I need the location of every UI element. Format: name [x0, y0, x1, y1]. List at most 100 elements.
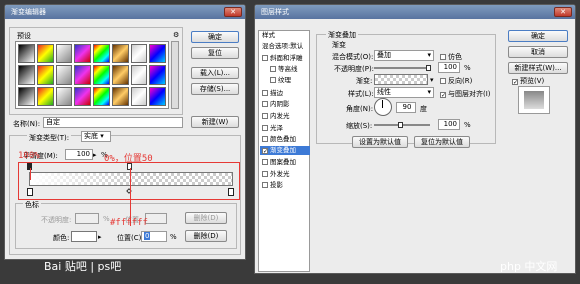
checkbox[interactable]: [262, 55, 268, 61]
color-delete-button[interactable]: 删除(D): [185, 230, 227, 242]
chevron-down-icon[interactable]: ▾: [430, 76, 434, 84]
gradient-editor-titlebar[interactable]: 渐变编辑器 ✕: [5, 5, 245, 19]
checkbox-checked[interactable]: ✓: [512, 79, 518, 86]
styles-header[interactable]: 样式: [260, 31, 310, 40]
blend-mode-select[interactable]: 叠加 ▾: [374, 50, 434, 61]
checkbox[interactable]: [262, 101, 268, 107]
preset-swatch[interactable]: [111, 65, 129, 85]
preset-swatch[interactable]: [74, 65, 91, 85]
reset-button[interactable]: 复位: [191, 47, 239, 59]
style-item-satin[interactable]: 光泽: [260, 124, 310, 133]
preset-swatch[interactable]: [149, 86, 166, 106]
checkbox[interactable]: [262, 182, 268, 188]
preset-swatch[interactable]: [130, 65, 148, 85]
stop-opacity-input[interactable]: [75, 213, 99, 224]
new-button[interactable]: 新建(W): [191, 116, 239, 128]
checkbox[interactable]: [262, 90, 268, 96]
checkbox[interactable]: [262, 171, 268, 177]
preset-swatch[interactable]: [93, 65, 110, 85]
preset-swatch[interactable]: [149, 44, 166, 64]
angle-input[interactable]: 90: [396, 102, 416, 113]
opacity-delete-button[interactable]: 删除(D): [185, 212, 227, 224]
checkbox[interactable]: [440, 54, 446, 60]
scale-slider-thumb[interactable]: [398, 122, 403, 128]
close-icon[interactable]: ✕: [224, 7, 242, 17]
preset-swatch[interactable]: [149, 65, 166, 85]
preset-swatch[interactable]: [74, 44, 91, 64]
checkbox[interactable]: [440, 78, 446, 84]
load-button[interactable]: 载入(L)...: [191, 67, 239, 79]
checkbox[interactable]: [262, 136, 268, 142]
preset-swatch[interactable]: [55, 65, 73, 85]
layer-cancel-button[interactable]: 取消: [508, 46, 568, 58]
style-item-label: 等高线: [278, 65, 298, 73]
preset-swatch[interactable]: [111, 44, 129, 64]
dither-checkbox[interactable]: 仿色: [440, 52, 462, 62]
preset-swatch[interactable]: [130, 86, 148, 106]
angle-dial[interactable]: [374, 98, 392, 116]
preset-swatch[interactable]: [18, 44, 35, 64]
save-button[interactable]: 存储(S)...: [191, 83, 239, 95]
checkbox[interactable]: [262, 113, 268, 119]
style-item-stroke[interactable]: 描边: [260, 89, 310, 98]
ok-button[interactable]: 确定: [191, 31, 239, 43]
style-item-inner-glow[interactable]: 内发光: [260, 112, 310, 121]
preset-swatch[interactable]: [36, 65, 54, 85]
opacity-input[interactable]: 100: [438, 62, 460, 73]
scale-input[interactable]: 100: [438, 119, 460, 130]
style-item-gradient-overlay[interactable]: ✓ 渐变叠加: [260, 146, 310, 155]
preset-swatch[interactable]: [93, 86, 110, 106]
style-item-outer-glow[interactable]: 外发光: [260, 170, 310, 179]
stop-color-swatch[interactable]: [71, 231, 97, 242]
style-select[interactable]: 线性 ▾: [374, 87, 434, 98]
preview-checkbox[interactable]: ✓ 预览(V): [512, 76, 544, 86]
preset-swatch[interactable]: [111, 86, 129, 106]
close-icon[interactable]: ✕: [554, 7, 572, 17]
new-style-button[interactable]: 新建样式(W)...: [508, 62, 568, 74]
preset-swatch[interactable]: [93, 44, 110, 64]
preset-swatch[interactable]: [18, 65, 35, 85]
gradient-picker[interactable]: [374, 74, 428, 85]
checkbox[interactable]: [270, 66, 276, 72]
style-item-color-overlay[interactable]: 颜色叠加: [260, 135, 310, 144]
checkbox-checked[interactable]: ✓: [262, 148, 268, 155]
style-item-drop-shadow[interactable]: 投影: [260, 181, 310, 190]
style-item-pattern-overlay[interactable]: 图案叠加: [260, 158, 310, 167]
style-item-inner-shadow[interactable]: 内阴影: [260, 100, 310, 109]
gear-icon[interactable]: ⚙: [173, 31, 179, 39]
gradient-type-select[interactable]: 实底 ▾: [81, 131, 111, 142]
chevron-right-icon[interactable]: ▸: [98, 233, 102, 241]
align-layer-checkbox[interactable]: ✓ 与图层对齐(I): [440, 89, 491, 99]
layer-ok-button[interactable]: 确定: [508, 30, 568, 42]
angle-unit: 度: [420, 105, 427, 113]
style-item-texture[interactable]: 纹理: [260, 76, 310, 85]
stop-color-location-input[interactable]: 0: [141, 231, 167, 242]
layer-style-titlebar[interactable]: 图层样式 ✕: [255, 5, 575, 19]
opacity-slider-track[interactable]: [374, 67, 430, 69]
blend-options-item[interactable]: 混合选项:默认: [260, 42, 310, 51]
style-item-bevel[interactable]: 斜面和浮雕: [260, 54, 310, 63]
stop-opacity-location-input[interactable]: [145, 213, 167, 224]
checkbox-checked[interactable]: ✓: [440, 92, 446, 99]
preset-swatch[interactable]: [55, 86, 73, 106]
preset-swatch[interactable]: [130, 44, 148, 64]
preset-swatch[interactable]: [74, 86, 91, 106]
preset-swatch[interactable]: [36, 86, 54, 106]
smoothness-input[interactable]: 100: [65, 149, 93, 160]
preset-swatch[interactable]: [18, 86, 35, 106]
name-input[interactable]: 自定: [43, 117, 183, 128]
preset-swatch[interactable]: [55, 44, 73, 64]
chevron-right-icon[interactable]: ▸: [93, 151, 97, 159]
reverse-checkbox[interactable]: 反向(R): [440, 76, 472, 86]
style-item-contour[interactable]: 等高线: [260, 65, 310, 74]
checkbox[interactable]: [262, 159, 268, 165]
preset-swatch[interactable]: [36, 44, 54, 64]
preset-swatch-grid[interactable]: [15, 41, 169, 109]
checkbox[interactable]: [270, 77, 276, 83]
checkbox[interactable]: [262, 125, 268, 131]
preset-scrollbar[interactable]: [171, 41, 179, 109]
window-title: 渐变编辑器: [11, 8, 46, 16]
opacity-slider-thumb[interactable]: [426, 65, 431, 71]
reset-default-button[interactable]: 复位为默认值: [414, 136, 470, 148]
set-default-button[interactable]: 设置为默认值: [352, 136, 408, 148]
